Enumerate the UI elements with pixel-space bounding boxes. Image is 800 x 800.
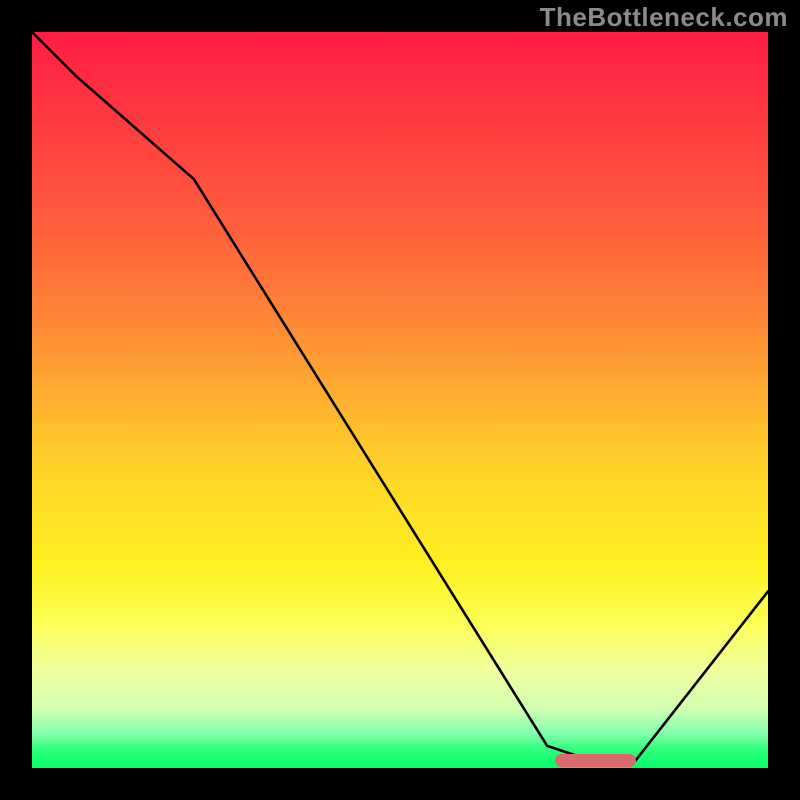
bottleneck-curve-path bbox=[32, 32, 768, 761]
chart-container: TheBottleneck.com bbox=[0, 0, 800, 800]
bottleneck-curve bbox=[32, 32, 768, 768]
watermark-text: TheBottleneck.com bbox=[540, 2, 788, 33]
optimal-marker bbox=[555, 754, 636, 767]
plot-area bbox=[32, 32, 768, 768]
